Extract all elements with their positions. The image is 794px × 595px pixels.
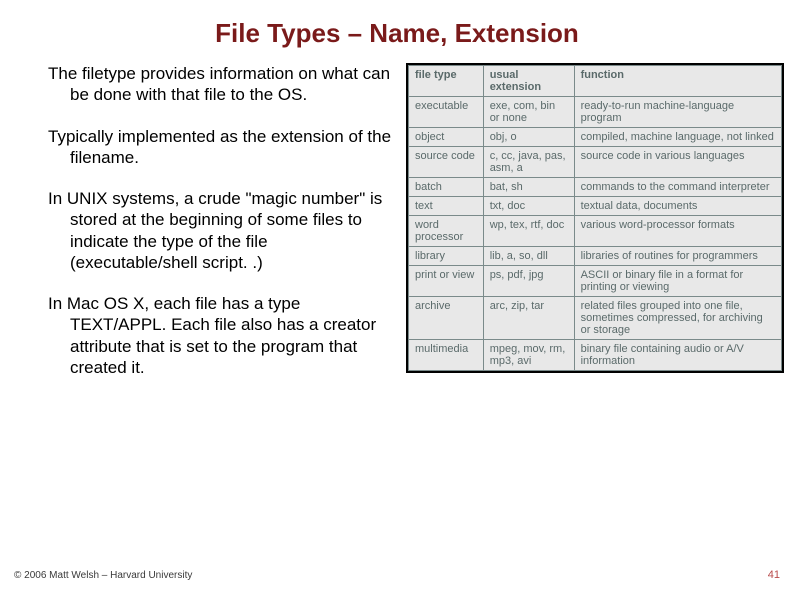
table-row: batchbat, shcommands to the command inte… xyxy=(409,178,782,197)
table-cell: multimedia xyxy=(409,340,484,371)
paragraph: The filetype provides information on wha… xyxy=(48,63,394,106)
table-cell: txt, doc xyxy=(483,197,574,216)
table-header: file type xyxy=(409,66,484,97)
table-cell: batch xyxy=(409,178,484,197)
table-row: objectobj, ocompiled, machine language, … xyxy=(409,128,782,147)
table-cell: textual data, documents xyxy=(574,197,781,216)
table-row: multimediampeg, mov, rm, mp3, avibinary … xyxy=(409,340,782,371)
paragraph: In Mac OS X, each file has a type TEXT/A… xyxy=(48,293,394,378)
table-row: archivearc, zip, tarrelated files groupe… xyxy=(409,297,782,340)
paragraph: Typically implemented as the extension o… xyxy=(48,126,394,169)
table-cell: binary file containing audio or A/V info… xyxy=(574,340,781,371)
table-cell: word processor xyxy=(409,216,484,247)
footer-copyright: © 2006 Matt Welsh – Harvard University xyxy=(14,570,192,581)
table-row: word processorwp, tex, rtf, docvarious w… xyxy=(409,216,782,247)
table-header-row: file type usual extension function xyxy=(409,66,782,97)
table-cell: source code xyxy=(409,147,484,178)
table-cell: compiled, machine language, not linked xyxy=(574,128,781,147)
table-cell: libraries of routines for programmers xyxy=(574,247,781,266)
filetype-table-wrap: file type usual extension function execu… xyxy=(406,63,784,373)
table-cell: exe, com, bin or none xyxy=(483,97,574,128)
table-cell: related files grouped into one file, som… xyxy=(574,297,781,340)
table-cell: various word-processor formats xyxy=(574,216,781,247)
content-area: The filetype provides information on wha… xyxy=(0,59,794,398)
table-cell: mpeg, mov, rm, mp3, avi xyxy=(483,340,574,371)
table-header: function xyxy=(574,66,781,97)
table-column: file type usual extension function execu… xyxy=(402,63,784,398)
table-row: texttxt, doctextual data, documents xyxy=(409,197,782,216)
table-cell: bat, sh xyxy=(483,178,574,197)
table-cell: source code in various languages xyxy=(574,147,781,178)
table-cell: c, cc, java, pas, asm, a xyxy=(483,147,574,178)
paragraph: In UNIX systems, a crude "magic number" … xyxy=(48,188,394,273)
slide-title: File Types – Name, Extension xyxy=(0,0,794,59)
table-cell: print or view xyxy=(409,266,484,297)
table-row: source codec, cc, java, pas, asm, asourc… xyxy=(409,147,782,178)
table-cell: arc, zip, tar xyxy=(483,297,574,340)
table-row: print or viewps, pdf, jpgASCII or binary… xyxy=(409,266,782,297)
text-column: The filetype provides information on wha… xyxy=(10,63,402,398)
table-cell: lib, a, so, dll xyxy=(483,247,574,266)
table-row: executableexe, com, bin or noneready-to-… xyxy=(409,97,782,128)
table-cell: ready-to-run machine-language program xyxy=(574,97,781,128)
footer-page-number: 41 xyxy=(768,569,780,581)
table-cell: obj, o xyxy=(483,128,574,147)
table-cell: wp, tex, rtf, doc xyxy=(483,216,574,247)
table-cell: ps, pdf, jpg xyxy=(483,266,574,297)
table-cell: commands to the command interpreter xyxy=(574,178,781,197)
table-row: librarylib, a, so, dlllibraries of routi… xyxy=(409,247,782,266)
table-cell: text xyxy=(409,197,484,216)
table-cell: archive xyxy=(409,297,484,340)
table-header: usual extension xyxy=(483,66,574,97)
table-cell: object xyxy=(409,128,484,147)
table-cell: ASCII or binary file in a format for pri… xyxy=(574,266,781,297)
filetype-table: file type usual extension function execu… xyxy=(408,65,782,371)
table-cell: executable xyxy=(409,97,484,128)
table-cell: library xyxy=(409,247,484,266)
